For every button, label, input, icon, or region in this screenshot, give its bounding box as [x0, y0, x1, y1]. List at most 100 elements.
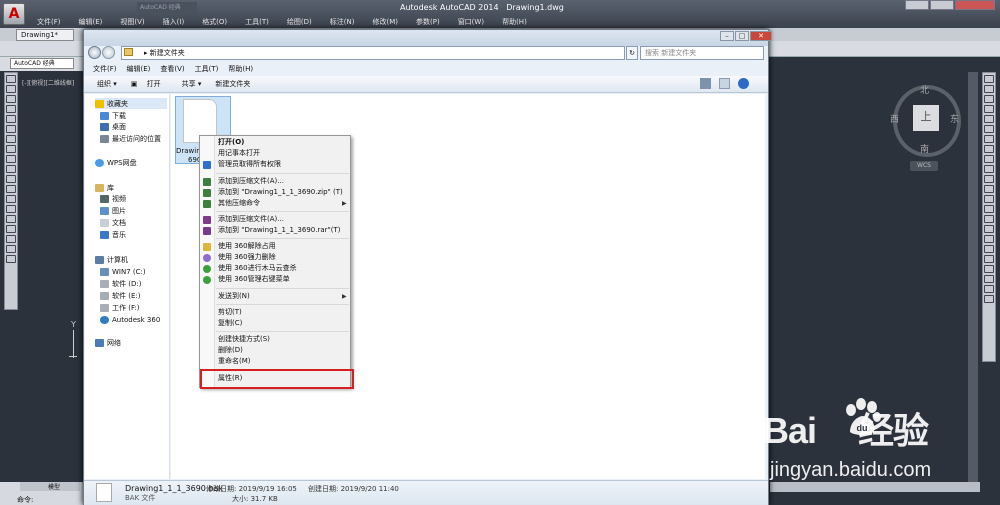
menu-take-ownership[interactable]: 管理员取得所有权限	[200, 159, 350, 170]
menu-item[interactable]: 窗口(W)	[449, 16, 493, 28]
menu-360-unlock[interactable]: 使用 360解除占用	[200, 241, 350, 252]
scale-tool-icon[interactable]	[984, 145, 994, 153]
menu-add-to-rar[interactable]: 添加到 "Drawing1_1_1_3690.rar"(T)	[200, 225, 350, 236]
match-tool-icon[interactable]	[984, 255, 994, 263]
change-view-icon[interactable]	[700, 78, 711, 89]
nav-desktop[interactable]: 桌面	[100, 121, 126, 132]
stretch-tool-icon[interactable]	[984, 155, 994, 163]
menu-item[interactable]: 工具(T)	[190, 63, 224, 76]
forward-button[interactable]	[102, 46, 115, 59]
drawing-vertical-scrollbar[interactable]	[968, 72, 978, 482]
menu-item[interactable]: 修改(M)	[363, 16, 407, 28]
circle-tool-icon[interactable]	[6, 125, 16, 133]
minimize-button[interactable]	[905, 0, 929, 10]
menu-item[interactable]: 工具(T)	[236, 16, 278, 28]
autocad-search-box[interactable]: AutoCAD 经典	[137, 2, 197, 13]
explorer-maximize-button[interactable]: □	[735, 31, 749, 41]
close-button[interactable]	[955, 0, 995, 10]
copy-tool-icon[interactable]	[984, 85, 994, 93]
extend-tool-icon[interactable]	[984, 175, 994, 183]
back-button[interactable]	[88, 46, 101, 59]
table-tool-icon[interactable]	[6, 235, 16, 243]
menu-item[interactable]: 编辑(E)	[70, 16, 112, 28]
autocad-logo-icon[interactable]: A	[3, 3, 25, 25]
nav-videos[interactable]: 视频	[100, 193, 126, 204]
rotate-tool-icon[interactable]	[984, 135, 994, 143]
refresh-button[interactable]: ↻	[626, 46, 638, 60]
menu-item[interactable]: 文件(F)	[88, 63, 122, 76]
drawing-horizontal-scrollbar[interactable]	[770, 482, 980, 492]
search-input[interactable]: 搜索 新建文件夹	[640, 46, 764, 60]
menu-item[interactable]: 标注(N)	[321, 16, 364, 28]
polygon-tool-icon[interactable]	[6, 95, 16, 103]
viewport-label[interactable]: [-][俯视][二维线框]	[22, 78, 74, 87]
arc-tool-icon[interactable]	[6, 115, 16, 123]
new-folder-button[interactable]: 新建文件夹	[208, 76, 257, 92]
menu-item[interactable]: 绘图(D)	[278, 16, 321, 28]
layer-tool-icon[interactable]	[984, 235, 994, 243]
menu-item[interactable]: 格式(O)	[193, 16, 236, 28]
insert-block-icon[interactable]	[6, 175, 16, 183]
rectangle-tool-icon[interactable]	[6, 105, 16, 113]
cloud-tool-icon[interactable]	[6, 135, 16, 143]
nav-computer[interactable]: 计算机	[95, 254, 128, 265]
menu-360-delete[interactable]: 使用 360强力删除	[200, 252, 350, 263]
menu-item[interactable]: 视图(V)	[111, 16, 153, 28]
menu-item[interactable]: 插入(I)	[154, 16, 194, 28]
help-icon[interactable]	[738, 78, 749, 89]
polyline-tool-icon[interactable]	[6, 85, 16, 93]
menu-item[interactable]: 参数(P)	[407, 16, 449, 28]
menu-other-compress[interactable]: 其他压缩命令	[200, 198, 350, 209]
menu-add-archive-zip[interactable]: 添加到压缩文件(A)...	[200, 176, 350, 187]
viewcube-north[interactable]: 北	[920, 83, 929, 96]
dimension-tool-icon[interactable]	[984, 265, 994, 273]
nav-documents[interactable]: 文档	[100, 217, 126, 228]
menu-360-scan[interactable]: 使用 360进行木马云查杀	[200, 263, 350, 274]
move-tool-icon[interactable]	[984, 125, 994, 133]
nav-drive-c[interactable]: WIN7 (C:)	[100, 266, 146, 277]
mtext-tool-icon[interactable]	[6, 245, 16, 253]
chamfer-tool-icon[interactable]	[984, 205, 994, 213]
menu-send-to[interactable]: 发送到(N)	[200, 291, 350, 302]
ellipse-tool-icon[interactable]	[6, 155, 16, 163]
nav-drive-d[interactable]: 软件 (D:)	[100, 278, 141, 289]
viewcube-top-face[interactable]: 上	[913, 105, 939, 131]
menu-delete[interactable]: 删除(D)	[200, 345, 350, 356]
spline-tool-icon[interactable]	[6, 145, 16, 153]
menu-add-archive-rar[interactable]: 添加到压缩文件(A)...	[200, 214, 350, 225]
menu-open[interactable]: 打开(O)	[200, 137, 350, 148]
nav-wps[interactable]: WPS网盘	[95, 157, 137, 168]
region-tool-icon[interactable]	[6, 225, 16, 233]
break-tool-icon[interactable]	[984, 185, 994, 193]
organize-button[interactable]: 组织 ▾	[90, 76, 124, 92]
preview-pane-icon[interactable]	[719, 78, 730, 89]
trim-tool-icon[interactable]	[984, 165, 994, 173]
open-button[interactable]: ▣ 打开	[124, 76, 175, 92]
viewcube-east[interactable]: 东	[950, 112, 959, 125]
wcs-dropdown[interactable]: WCS	[910, 161, 938, 171]
annotation-tool-icon[interactable]	[984, 275, 994, 283]
mirror-tool-icon[interactable]	[984, 95, 994, 103]
explorer-close-button[interactable]: ✕	[750, 31, 772, 41]
explorer-minimize-button[interactable]: –	[720, 31, 734, 41]
fillet-tool-icon[interactable]	[984, 215, 994, 223]
menu-item[interactable]: 帮助(H)	[223, 63, 258, 76]
gradient-tool-icon[interactable]	[6, 215, 16, 223]
menu-item[interactable]: 文件(F)	[28, 16, 70, 28]
nav-drive-f[interactable]: 工作 (F:)	[100, 302, 140, 313]
maximize-button[interactable]	[930, 0, 954, 10]
join-tool-icon[interactable]	[984, 195, 994, 203]
point-tool-icon[interactable]	[6, 195, 16, 203]
hatch-tool-icon[interactable]	[6, 205, 16, 213]
menu-cut[interactable]: 剪切(T)	[200, 307, 350, 318]
nav-downloads[interactable]: 下载	[100, 110, 126, 121]
menu-rename[interactable]: 重命名(M)	[200, 356, 350, 367]
erase-tool-icon[interactable]	[984, 75, 994, 83]
offset-tool-icon[interactable]	[984, 105, 994, 113]
tab-drawing1[interactable]: Drawing1*	[16, 29, 74, 41]
nav-autodesk-360[interactable]: Autodesk 360	[100, 314, 160, 325]
tab-model[interactable]: 模型	[48, 484, 60, 491]
explode-tool-icon[interactable]	[984, 225, 994, 233]
workspace-dropdown[interactable]: AutoCAD 经典	[10, 58, 74, 69]
add-selected-icon[interactable]	[6, 255, 16, 263]
